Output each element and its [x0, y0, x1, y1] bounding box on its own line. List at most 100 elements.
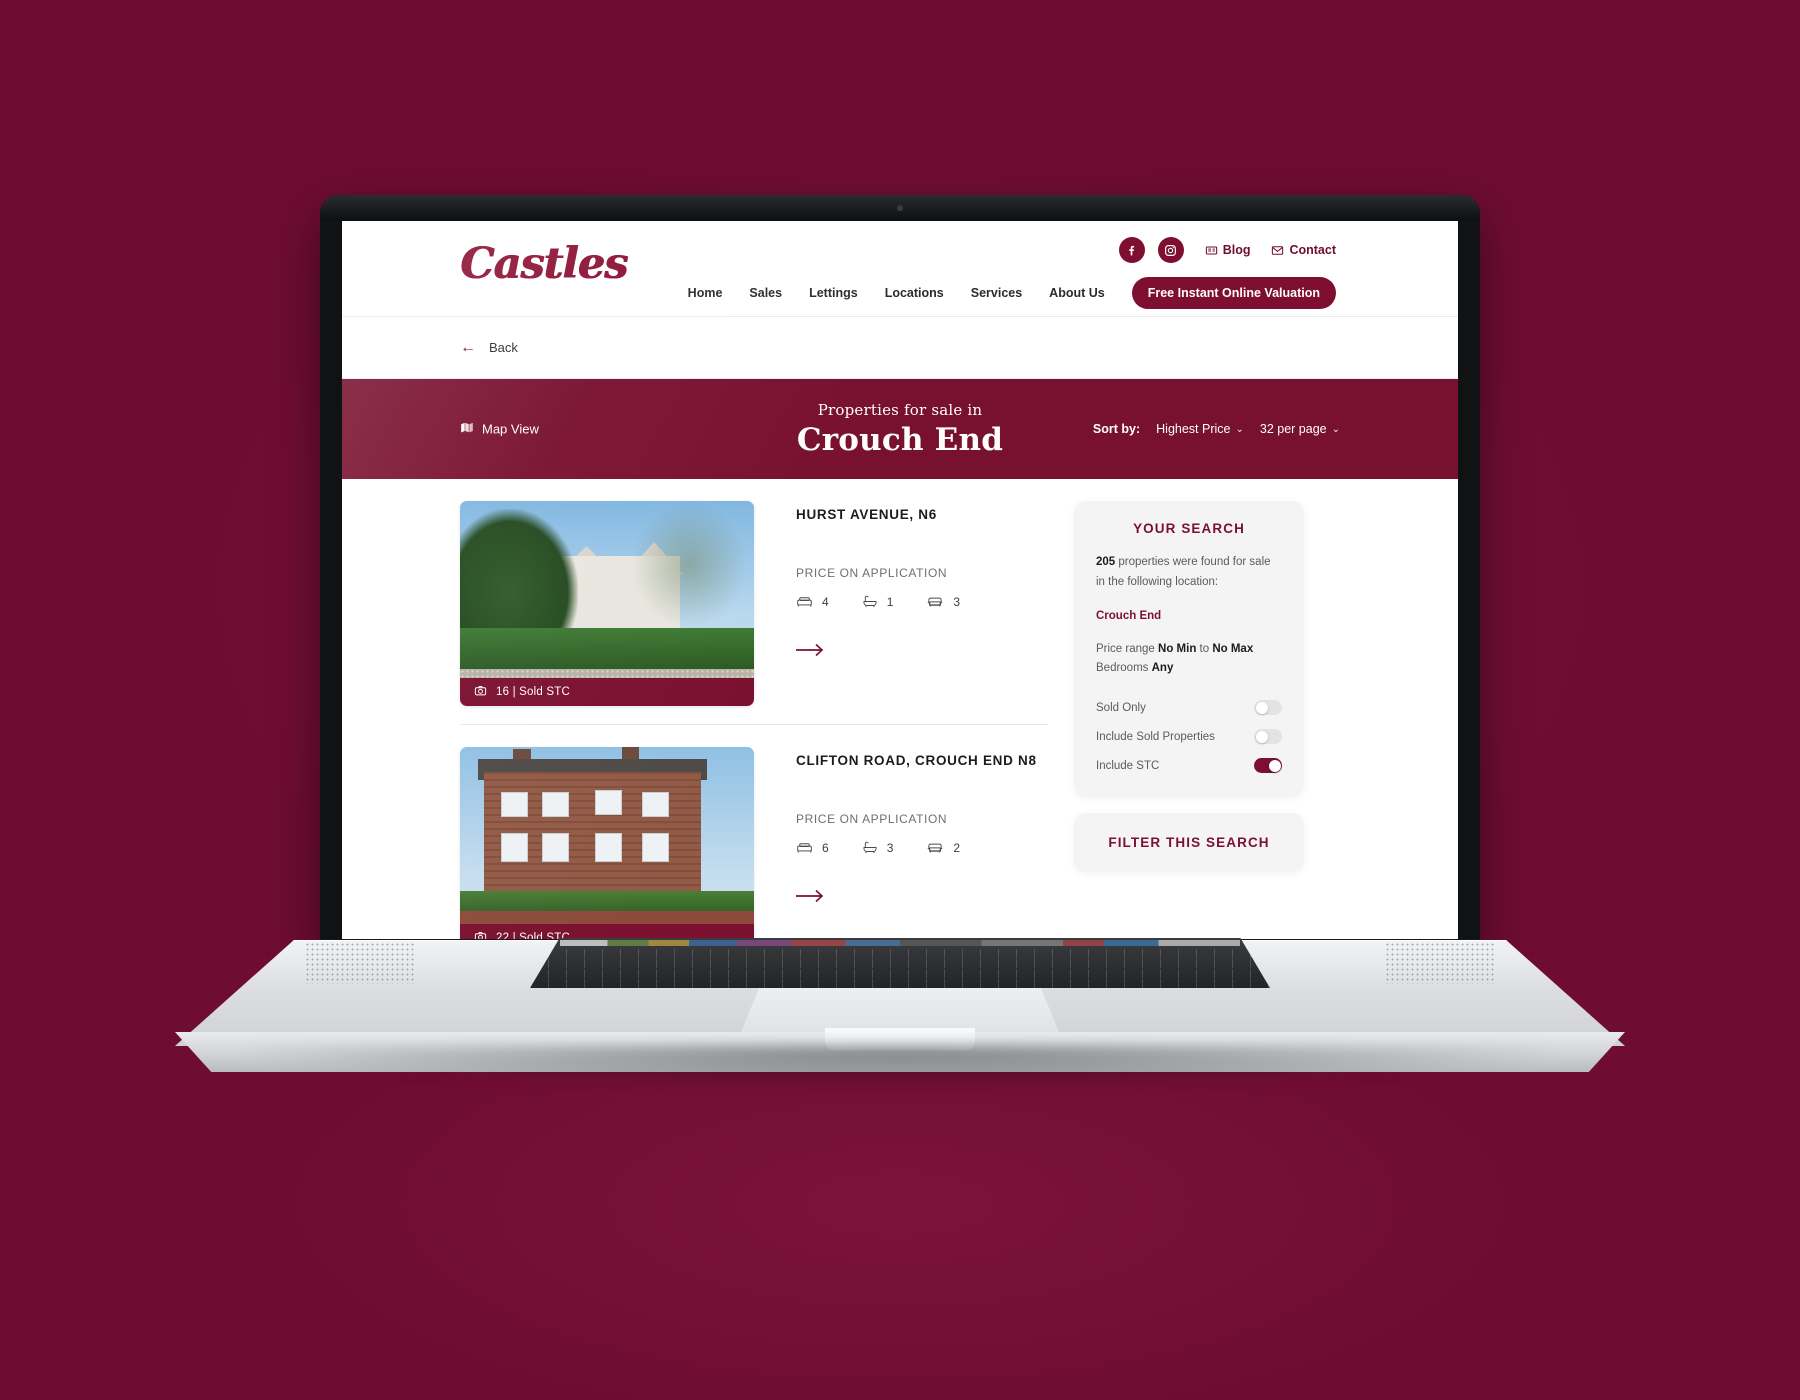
bedrooms-count: 6 [822, 840, 829, 855]
toggle-knob [1255, 701, 1268, 714]
nav-item-services[interactable]: Services [971, 286, 1022, 300]
photo-window [542, 792, 569, 817]
hero-subtitle: Properties for sale in [817, 400, 983, 419]
spec-bathrooms: 3 [862, 840, 894, 855]
map-view-label: Map View [482, 421, 539, 437]
property-list: 16 | Sold STC HURST AVENUE, N6 PRICE ON … [376, 479, 1048, 939]
property-details: HURST AVENUE, N6 PRICE ON APPLICATION 4 [796, 501, 1048, 706]
property-title[interactable]: HURST AVENUE, N6 [796, 507, 1048, 522]
photo-window [501, 833, 528, 862]
view-property-arrow-button[interactable] [796, 643, 1048, 662]
photo-window [595, 833, 622, 862]
price-range-prefix: Price range [1096, 643, 1159, 656]
filter-this-search-title: FILTER THIS SEARCH [1108, 835, 1270, 851]
back-label: Back [489, 340, 518, 355]
photo-hedge [460, 628, 754, 670]
property-card[interactable]: 22 | Sold STC CLIFTON ROAD, CROUCH END N… [460, 747, 1048, 939]
bed-icon [796, 840, 813, 855]
toggle-row-include-stc: Include STC [1096, 758, 1282, 774]
your-search-title: YOUR SEARCH [1133, 521, 1245, 536]
contact-link[interactable]: Contact [1271, 243, 1336, 257]
nav-item-sales[interactable]: Sales [749, 286, 782, 300]
nav-item-about-us[interactable]: About Us [1049, 286, 1105, 300]
laptop-lid: Castles Blog Contact Home Sales Lettings… [320, 195, 1480, 955]
nav-item-lettings[interactable]: Lettings [809, 286, 858, 300]
toggle-label-include-sold-properties: Include Sold Properties [1096, 730, 1215, 743]
toggle-label-sold-only: Sold Only [1096, 701, 1146, 714]
map-icon [460, 421, 474, 438]
per-page-select[interactable]: 32 per page ⌄ [1260, 422, 1340, 436]
toggle-label-include-stc: Include STC [1096, 759, 1160, 772]
bed-icon [796, 594, 813, 609]
filter-this-search-panel[interactable]: FILTER THIS SEARCH [1074, 813, 1304, 873]
property-card[interactable]: 16 | Sold STC HURST AVENUE, N6 PRICE ON … [460, 501, 1048, 725]
back-bar: ← Back [342, 317, 1458, 379]
per-page-select-value: 32 per page [1259, 422, 1327, 436]
search-sidebar: YOUR SEARCH 205 properties were found fo… [1074, 479, 1304, 939]
envelope-icon [1271, 244, 1284, 257]
spec-bedrooms: 6 [796, 840, 829, 855]
photo-tree [630, 501, 749, 629]
bath-icon [862, 594, 878, 609]
property-photo[interactable]: 22 | Sold STC [460, 747, 754, 939]
photo-status-bar: 22 | Sold STC [460, 924, 754, 939]
property-details: CLIFTON ROAD, CROUCH END N8 PRICE ON APP… [796, 747, 1048, 939]
results-count-rest: properties were found for sale in the fo… [1096, 556, 1271, 589]
arrow-left-icon: ← [460, 338, 476, 356]
free-valuation-button[interactable]: Free Instant Online Valuation [1131, 277, 1336, 309]
photo-badge-label: 22 | Sold STC [496, 932, 570, 939]
property-price: PRICE ON APPLICATION [796, 812, 948, 826]
search-location: Crouch End [1096, 610, 1162, 623]
receptions-count: 2 [953, 840, 961, 855]
results-count-sentence: 205 properties were found for sale in th… [1096, 552, 1282, 592]
castles-logo[interactable]: Castles [460, 239, 628, 289]
nav-item-locations[interactable]: Locations [885, 286, 944, 300]
keyboard-function-row [559, 940, 1241, 946]
bathrooms-count: 1 [886, 594, 894, 609]
newspaper-icon [1205, 244, 1218, 257]
sort-controls: Sort by: Highest Price ⌄ 32 per page ⌄ [1093, 422, 1340, 436]
bedrooms-value: Any [1151, 662, 1174, 675]
toggle-row-include-sold-properties: Include Sold Properties [1096, 729, 1282, 745]
property-price: PRICE ON APPLICATION [796, 566, 948, 580]
sort-select[interactable]: Highest Price ⌄ [1156, 422, 1244, 436]
speaker-grille-right [1385, 942, 1495, 984]
property-photo[interactable]: 16 | Sold STC [460, 501, 754, 706]
facebook-icon[interactable] [1118, 237, 1145, 263]
search-toggles: Sold Only Include Sold Properties Includ… [1096, 700, 1282, 774]
photo-window [542, 833, 569, 862]
toggle-include-sold-properties[interactable] [1254, 729, 1282, 745]
results-hero-band: Map View Properties for sale in Crouch E… [342, 379, 1458, 479]
toggle-knob [1268, 759, 1281, 772]
property-title[interactable]: CLIFTON ROAD, CROUCH END N8 [796, 753, 1048, 768]
results-content: 16 | Sold STC HURST AVENUE, N6 PRICE ON … [342, 479, 1458, 939]
toggle-knob [1255, 730, 1268, 743]
toggle-row-sold-only: Sold Only [1096, 700, 1282, 716]
laptop-base [175, 938, 1625, 1090]
photo-window [501, 792, 528, 817]
price-max-value: No Max [1212, 643, 1254, 656]
view-property-arrow-button[interactable] [796, 889, 1048, 908]
camera-icon [474, 930, 487, 939]
map-view-button[interactable]: Map View [460, 421, 539, 438]
laptop-drop-shadow [235, 1046, 1565, 1090]
bathrooms-count: 3 [886, 840, 894, 855]
blog-link[interactable]: Blog [1205, 243, 1250, 257]
site-header: Castles Blog Contact Home Sales Lettings… [342, 221, 1458, 317]
bedrooms-count: 4 [822, 594, 829, 609]
spec-receptions: 2 [926, 840, 960, 855]
chevron-down-icon: ⌄ [1235, 423, 1244, 435]
toggle-include-stc[interactable] [1254, 758, 1282, 774]
your-search-panel: YOUR SEARCH 205 properties were found fo… [1074, 501, 1304, 798]
price-range-mid: to [1196, 643, 1213, 656]
speaker-grille-left [305, 942, 415, 984]
back-link[interactable]: ← Back [460, 338, 518, 356]
property-specs: 4 1 3 [796, 594, 1048, 609]
sofa-icon [926, 594, 944, 609]
toggle-sold-only[interactable] [1254, 700, 1282, 716]
contact-label: Contact [1289, 243, 1336, 257]
sort-by-label: Sort by: [1092, 422, 1141, 436]
instagram-icon[interactable] [1157, 237, 1184, 263]
property-specs: 6 3 2 [796, 840, 1048, 855]
nav-item-home[interactable]: Home [688, 286, 723, 300]
